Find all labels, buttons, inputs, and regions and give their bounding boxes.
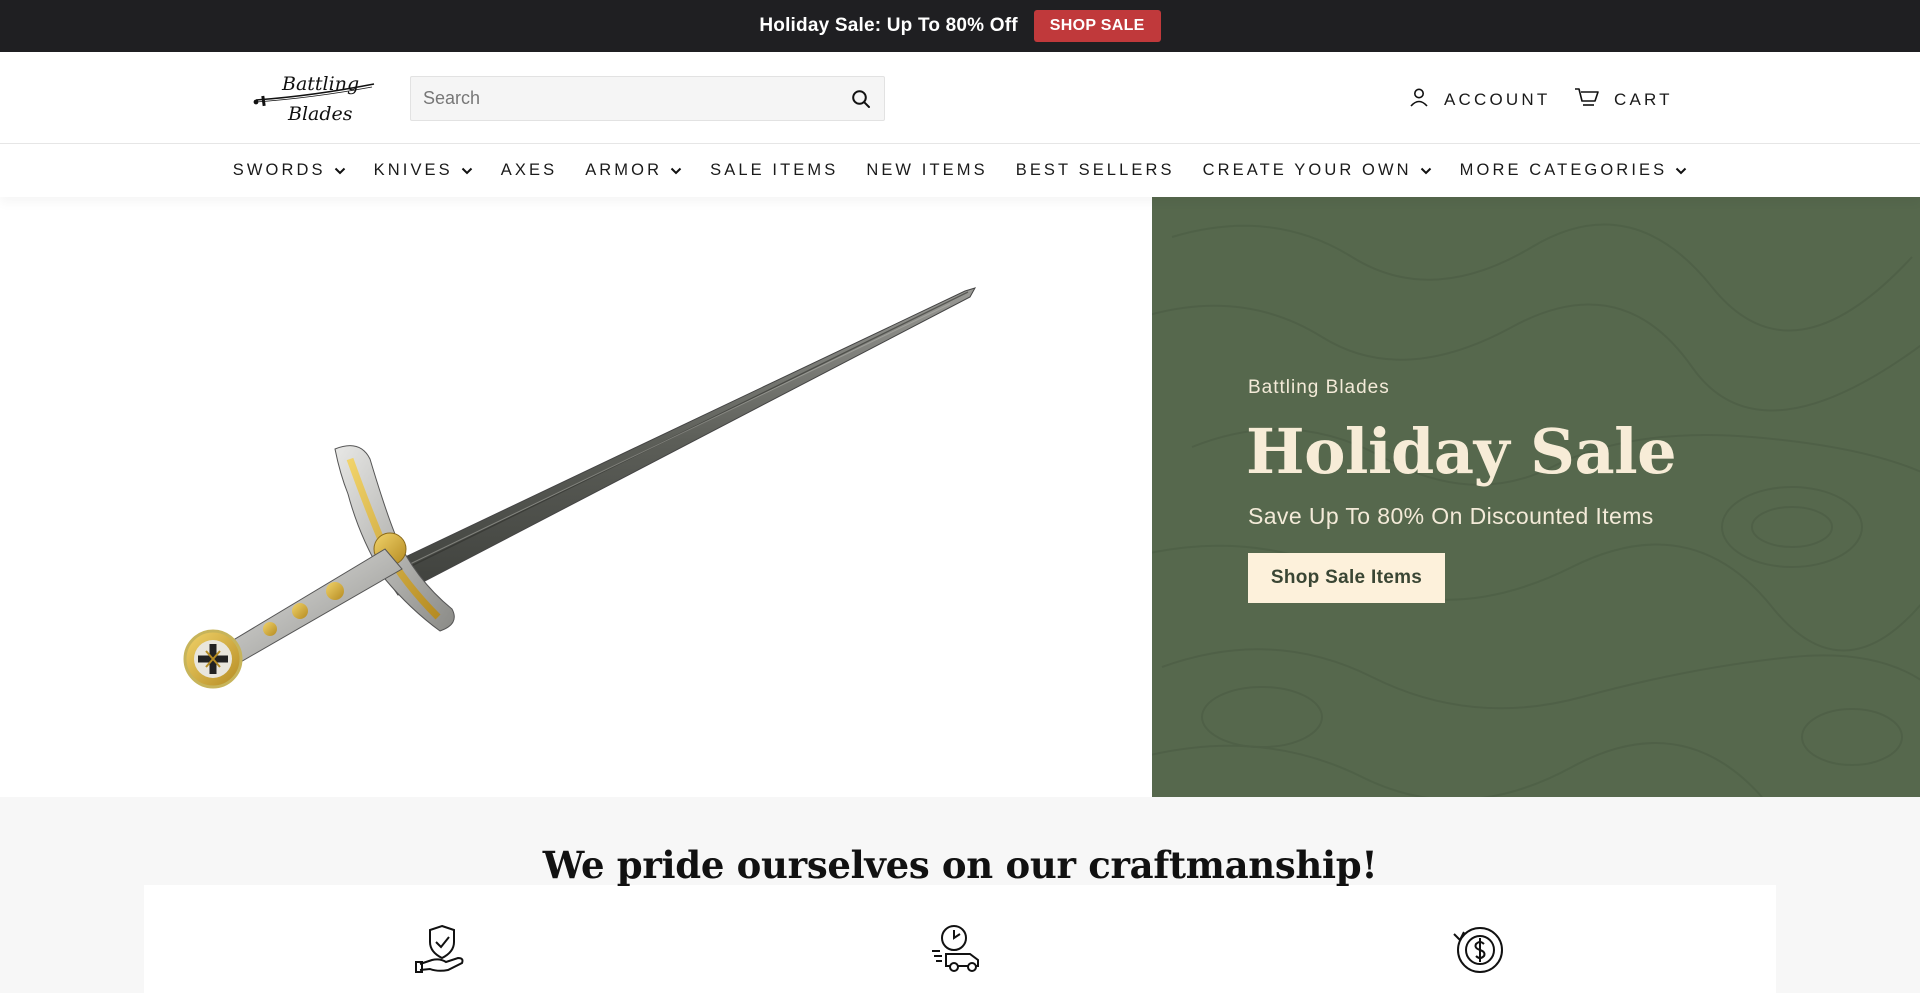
nav-item-label: BEST SELLERS xyxy=(1015,161,1175,179)
hero-image-panel xyxy=(0,197,1152,797)
logo-text-line2: Blades xyxy=(287,103,353,125)
announcement-bar: Holiday Sale: Up To 80% Off SHOP SALE xyxy=(0,0,1920,52)
nav-item-knives[interactable]: KNIVES xyxy=(360,161,487,180)
nav-item-best-sellers[interactable]: BEST SELLERS xyxy=(1002,161,1189,180)
nav-item-label: ARMOR xyxy=(585,161,663,179)
search-icon[interactable] xyxy=(850,88,872,110)
nav-item-label: NEW ITEMS xyxy=(866,161,988,179)
nav-item-label: SWORDS xyxy=(232,161,326,179)
hero-promo-panel: Battling Blades Holiday Sale Save Up To … xyxy=(1152,197,1920,797)
announcement-text: Holiday Sale: Up To 80% Off xyxy=(759,15,1018,36)
nav-item-label: KNIVES xyxy=(373,161,453,179)
cart-link[interactable]: CART xyxy=(1574,86,1673,113)
nav-item-label: SALE ITEMS xyxy=(710,161,839,179)
chevron-down-icon xyxy=(461,167,472,174)
chevron-down-icon xyxy=(1676,167,1687,174)
search-input[interactable] xyxy=(423,88,850,109)
topographic-pattern xyxy=(1152,223,1920,797)
hero-description: Save Up To 80% On Discounted Items xyxy=(1248,503,1654,529)
chevron-down-icon xyxy=(670,167,682,174)
shop-sale-button[interactable]: SHOP SALE xyxy=(1033,10,1161,42)
nav-item-swords[interactable]: SWORDS xyxy=(219,161,360,180)
search-bar xyxy=(410,76,885,121)
site-header: Battling Blades ACCOUNT CART xyxy=(0,52,1920,144)
account-label: ACCOUNT xyxy=(1444,89,1551,109)
account-link[interactable]: ACCOUNT xyxy=(1408,86,1550,113)
logo-text-line1: Battling xyxy=(281,73,359,95)
hero-title: Holiday Sale xyxy=(1246,415,1677,488)
craftsmanship-title: We pride ourselves on our craftmanship! xyxy=(542,843,1378,887)
nav-item-label: CREATE YOUR OWN xyxy=(1202,161,1412,179)
cart-label: CART xyxy=(1614,89,1673,109)
hero-subtitle: Battling Blades xyxy=(1248,377,1390,398)
nav-item-new-items[interactable]: NEW ITEMS xyxy=(852,161,1001,180)
chevron-down-icon xyxy=(1420,167,1431,174)
nav-item-create-your-own[interactable]: CREATE YOUR OWN xyxy=(1189,161,1446,180)
templar-sword-image[interactable] xyxy=(170,279,1000,699)
nav-item-armor[interactable]: ARMOR xyxy=(571,161,696,180)
features-card xyxy=(144,885,1776,993)
nav-item-label: MORE CATEGORIES xyxy=(1459,161,1668,179)
battling-blades-logo[interactable]: Battling Blades xyxy=(252,66,378,130)
nav-item-label: AXES xyxy=(500,161,558,179)
craftsmanship-section: We pride ourselves on our craftmanship! xyxy=(0,797,1920,993)
nav-item-more-categories[interactable]: MORE CATEGORIES xyxy=(1446,161,1702,180)
shield-hand-icon xyxy=(415,924,464,973)
shop-sale-items-button[interactable]: Shop Sale Items xyxy=(1248,553,1445,603)
chevron-down-icon xyxy=(334,167,345,174)
main-nav: SWORDS KNIVES AXES ARMOR SALE ITEMS NEW ITEMS… xyxy=(0,144,1920,197)
cart-icon xyxy=(1574,86,1600,113)
user-icon xyxy=(1408,86,1430,113)
money-back-icon xyxy=(1453,927,1503,973)
fast-delivery-icon xyxy=(932,925,979,972)
nav-item-sale-items[interactable]: SALE ITEMS xyxy=(696,161,852,180)
nav-item-axes[interactable]: AXES xyxy=(487,161,571,180)
hero-banner: Battling Blades Holiday Sale Save Up To … xyxy=(0,197,1920,797)
